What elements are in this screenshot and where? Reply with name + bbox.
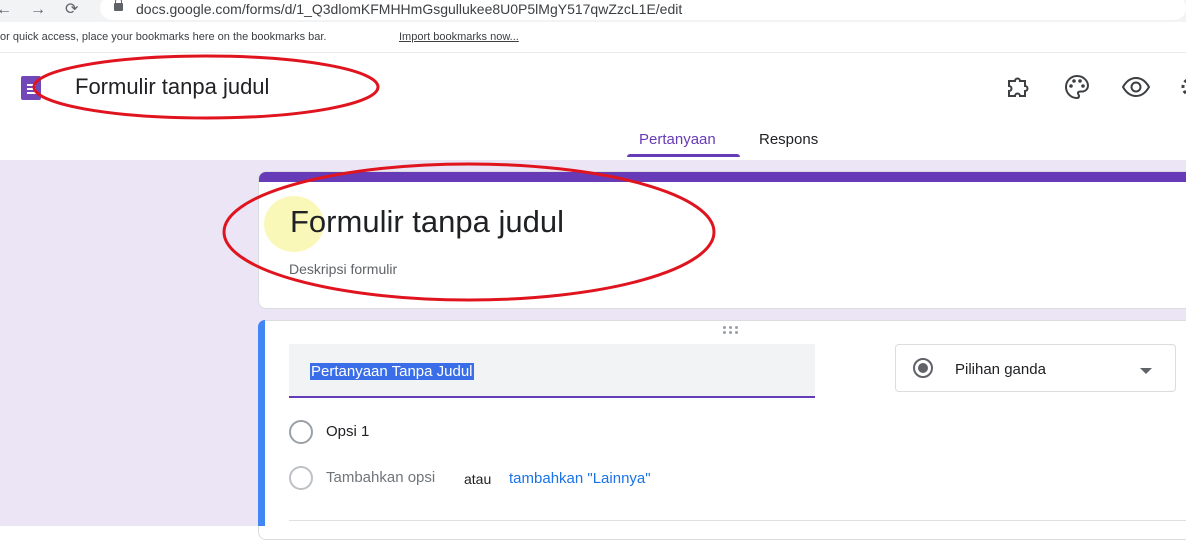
chevron-down-icon[interactable] (1140, 368, 1152, 374)
active-tab-indicator (627, 154, 740, 157)
add-option-radio (289, 466, 313, 490)
annotation-ellipse-title (222, 162, 716, 302)
drag-handle-icon[interactable] (723, 326, 743, 336)
settings-icon[interactable] (1176, 72, 1186, 102)
lock-icon[interactable] (114, 0, 123, 11)
tab-respons[interactable]: Respons (759, 131, 818, 148)
browser-toolbar: ← → ⟳ docs.google.com/forms/d/1_Q3dlomKF… (0, 0, 1186, 22)
bookmarks-hint: or quick access, place your bookmarks he… (0, 31, 327, 43)
question-active-indicator (258, 320, 265, 526)
annotation-ellipse-header (32, 54, 380, 120)
palette-icon[interactable] (1062, 72, 1092, 102)
back-icon[interactable]: ← (0, 1, 12, 19)
add-option-button[interactable]: Tambahkan opsi (326, 469, 435, 486)
bookmarks-bar: or quick access, place your bookmarks he… (0, 22, 1186, 53)
forward-icon[interactable]: → (30, 1, 46, 19)
option-radio (289, 420, 313, 444)
import-bookmarks-link[interactable]: Import bookmarks now... (399, 31, 519, 43)
url-text[interactable]: docs.google.com/forms/d/1_Q3dlomKFMHHmGs… (136, 1, 682, 17)
question-divider (289, 520, 1186, 521)
eye-icon[interactable] (1121, 72, 1151, 102)
question-title-text[interactable]: Pertanyaan Tanpa Judul (310, 363, 474, 380)
option-label[interactable]: Opsi 1 (326, 423, 369, 440)
or-text: atau (464, 471, 492, 487)
puzzle-icon[interactable] (1003, 72, 1033, 102)
radio-button-icon (913, 358, 933, 378)
tab-pertanyaan[interactable]: Pertanyaan (639, 131, 716, 148)
question-type-label[interactable]: Pilihan ganda (955, 361, 1046, 378)
add-other-button[interactable]: tambahkan "Lainnya" (509, 470, 651, 487)
reload-icon[interactable]: ⟳ (65, 1, 78, 19)
